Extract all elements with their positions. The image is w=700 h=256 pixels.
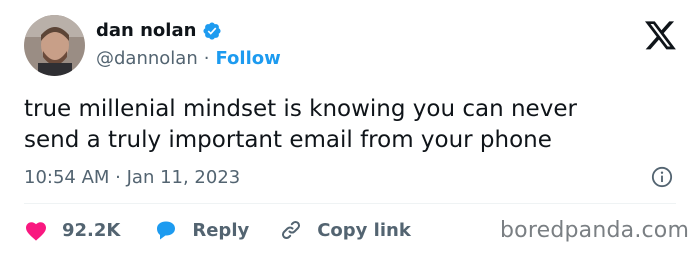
copy-link-label: Copy link (317, 219, 411, 241)
author-name[interactable]: dan nolan (96, 20, 196, 41)
reply-button[interactable]: Reply (154, 219, 249, 241)
watermark: boredpanda.com (500, 218, 690, 243)
info-icon[interactable] (651, 166, 673, 188)
divider (24, 203, 676, 204)
avatar[interactable] (24, 15, 85, 76)
tweet-actions: 92.2K Reply Copy link (24, 217, 411, 243)
verified-badge-icon (203, 21, 221, 40)
tweet-timestamp[interactable]: 10:54 AM · Jan 11, 2023 (24, 167, 240, 188)
avatar-image (24, 15, 85, 76)
speech-bubble-icon (157, 221, 176, 240)
copy-link-button[interactable]: Copy link (279, 218, 411, 242)
follow-button[interactable]: Follow (215, 48, 280, 69)
link-icon (282, 220, 301, 240)
like-button[interactable]: 92.2K (24, 219, 120, 241)
author-handle[interactable]: @dannolan (96, 48, 198, 69)
like-count: 92.2K (62, 219, 121, 241)
separator-dot: · (203, 48, 210, 69)
heart-icon (26, 222, 46, 241)
reply-label: Reply (192, 219, 250, 241)
x-logo-icon[interactable] (645, 21, 677, 51)
tweet-text: true millenial mindset is knowing you ca… (24, 96, 577, 153)
